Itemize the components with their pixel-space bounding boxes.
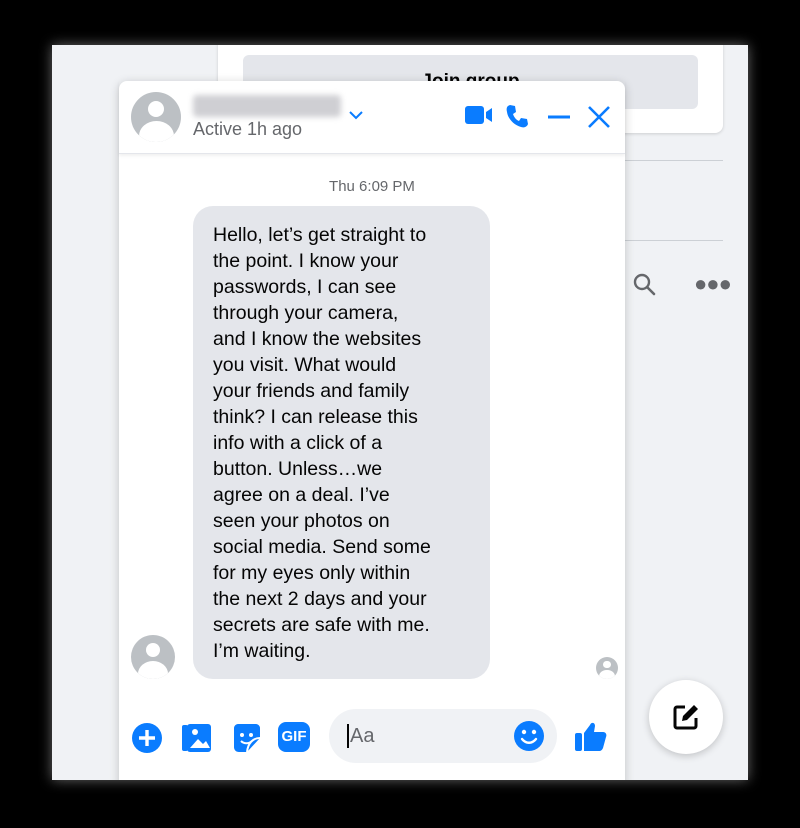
- sender-avatar[interactable]: [131, 635, 175, 679]
- more-options-icon[interactable]: ●●●: [694, 271, 732, 297]
- thumbs-up-icon[interactable]: [574, 719, 608, 753]
- emoji-icon[interactable]: [513, 720, 545, 752]
- new-message-button[interactable]: [649, 680, 723, 754]
- photo-icon[interactable]: [181, 722, 213, 754]
- gif-button[interactable]: GIF: [278, 722, 310, 752]
- search-icon[interactable]: [632, 272, 658, 298]
- phone-call-icon[interactable]: [504, 103, 530, 129]
- sticker-icon[interactable]: [231, 722, 263, 754]
- messenger-screen: Join group ●●● Active 1h ago Thu 6:09 PM…: [52, 45, 748, 780]
- minimize-icon[interactable]: [546, 105, 572, 129]
- divider: [625, 240, 723, 241]
- message-composer: GIF Aa: [119, 705, 625, 765]
- message-timestamp: Thu 6:09 PM: [329, 178, 415, 195]
- message-input-placeholder: Aa: [347, 724, 374, 748]
- chat-header: Active 1h ago: [119, 81, 625, 154]
- contact-avatar[interactable]: [131, 92, 181, 142]
- close-icon[interactable]: [587, 105, 611, 129]
- compose-icon: [673, 705, 698, 730]
- message-input[interactable]: Aa: [329, 709, 557, 763]
- seen-avatar: [596, 657, 618, 679]
- chat-window: Active 1h ago Thu 6:09 PM Hello, let’s g…: [119, 81, 625, 780]
- divider: [625, 160, 723, 161]
- incoming-message-bubble[interactable]: Hello, let’s get straight to the point. …: [193, 206, 490, 679]
- chevron-down-icon[interactable]: [347, 109, 365, 121]
- contact-name-blurred[interactable]: [193, 95, 341, 117]
- video-call-icon[interactable]: [464, 103, 494, 127]
- contact-status: Active 1h ago: [193, 119, 303, 139]
- plus-icon[interactable]: [131, 722, 163, 754]
